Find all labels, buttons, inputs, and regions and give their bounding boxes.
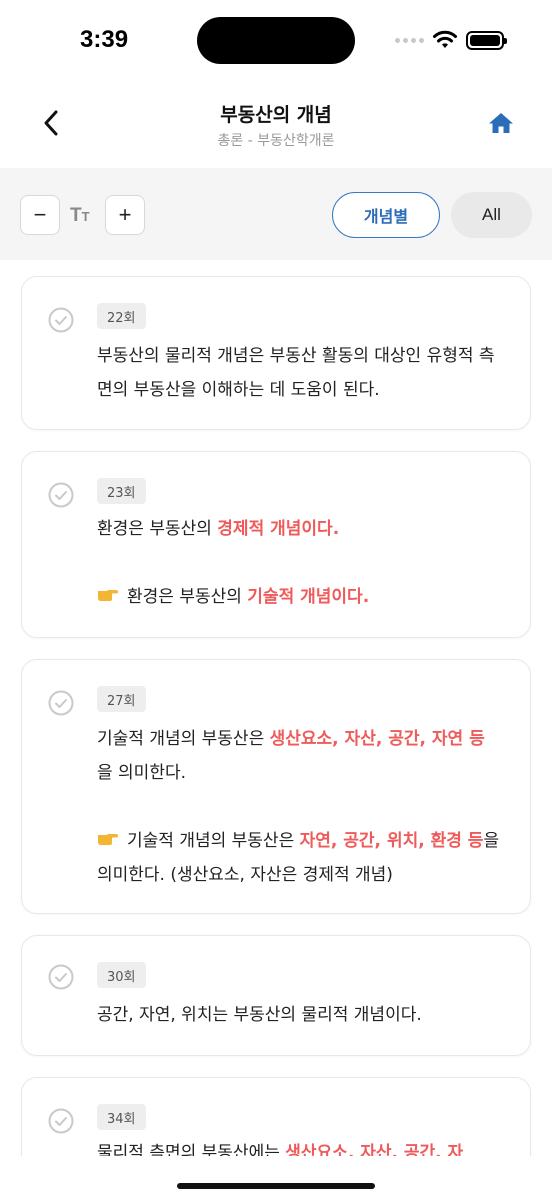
exam-round-badge: 27회	[97, 686, 146, 712]
highlight-text: 자연, 공간, 위치, 환경 등	[299, 831, 484, 851]
cellular-signal-icon	[395, 37, 424, 43]
check-circle-icon[interactable]	[48, 1108, 74, 1134]
exam-round-badge: 30회	[97, 962, 146, 988]
battery-icon	[466, 30, 507, 50]
exam-round-badge: 22회	[97, 303, 146, 329]
check-circle-icon[interactable]	[48, 482, 74, 508]
font-size-icon: TT	[70, 205, 90, 226]
home-indicator-area	[0, 1156, 552, 1200]
filter-by-concept-button[interactable]: 개념별	[332, 192, 440, 238]
statement-line: 기술적 개념의 부동산은 생산요소, 자산, 공간, 자연 등을 의미한다.	[97, 729, 485, 783]
status-time: 3:39	[80, 26, 129, 53]
card-text: 환경은 부동산의 경제적 개념이다. 환경은 부동산의 기술적 개념이다.	[97, 512, 500, 614]
highlight-text: 기술적 개념이다.	[247, 587, 370, 607]
pointing-hand-icon	[97, 824, 119, 858]
card-text: 공간, 자연, 위치는 부동산의 물리적 개념이다.	[97, 1005, 422, 1025]
home-icon	[489, 113, 513, 133]
concept-card[interactable]: 23회 환경은 부동산의 경제적 개념이다. 환경은 부동산의 기술적 개념이다…	[21, 451, 531, 638]
page-subtitle: 총론 - 부동산학개론	[217, 133, 335, 149]
home-button[interactable]	[486, 108, 516, 138]
card-text: 부동산의 물리적 개념은 부동산 활동의 대상인 유형적 측면의 부동산을 이해…	[97, 346, 495, 400]
highlight-text: 생산요소, 자산, 공간, 자연 등	[269, 729, 485, 749]
wifi-icon	[433, 30, 457, 48]
highlight-text: 경제적 개념이다.	[217, 519, 340, 539]
filter-all-button[interactable]: All	[451, 192, 532, 238]
card-list: 22회 부동산의 물리적 개념은 부동산 활동의 대상인 유형적 측면의 부동산…	[0, 260, 552, 1156]
exam-round-badge: 34회	[97, 1104, 146, 1130]
card-text: 물리적 측면의 부동산에는 생산요소, 자산, 공간, 자	[97, 1136, 500, 1156]
status-icons	[395, 30, 507, 50]
check-circle-icon[interactable]	[48, 307, 74, 333]
card-text: 기술적 개념의 부동산은 생산요소, 자산, 공간, 자연 등을 의미한다. 기…	[97, 722, 500, 892]
pointing-hand-icon	[97, 580, 119, 614]
statement-line: 환경은 부동산의 경제적 개념이다.	[97, 519, 340, 539]
font-decrease-button[interactable]: −	[20, 195, 60, 235]
home-indicator[interactable]	[177, 1183, 375, 1189]
toolbar: − TT + 개념별 All	[0, 168, 552, 260]
concept-card[interactable]: 27회 기술적 개념의 부동산은 생산요소, 자산, 공간, 자연 등을 의미한…	[21, 659, 531, 914]
concept-card[interactable]: 30회 공간, 자연, 위치는 부동산의 물리적 개념이다.	[21, 935, 531, 1056]
concept-card[interactable]: 34회 물리적 측면의 부동산에는 생산요소, 자산, 공간, 자	[21, 1077, 531, 1156]
header: 부동산의 개념 총론 - 부동산학개론	[0, 84, 552, 168]
correction-line: 환경은 부동산의 기술적 개념이다.	[97, 580, 500, 614]
exam-round-badge: 23회	[97, 478, 146, 504]
check-circle-icon[interactable]	[48, 964, 74, 990]
page-title: 부동산의 개념	[220, 104, 332, 126]
correction-line: 기술적 개념의 부동산은 자연, 공간, 위치, 환경 등을 의미한다. (생산…	[97, 824, 500, 892]
status-bar: 3:39	[0, 0, 552, 84]
font-increase-button[interactable]: +	[105, 195, 145, 235]
dynamic-island	[197, 17, 355, 64]
check-circle-icon[interactable]	[48, 690, 74, 716]
highlight-text: 생산요소, 자산, 공간, 자	[285, 1143, 464, 1156]
concept-card[interactable]: 22회 부동산의 물리적 개념은 부동산 활동의 대상인 유형적 측면의 부동산…	[21, 276, 531, 430]
